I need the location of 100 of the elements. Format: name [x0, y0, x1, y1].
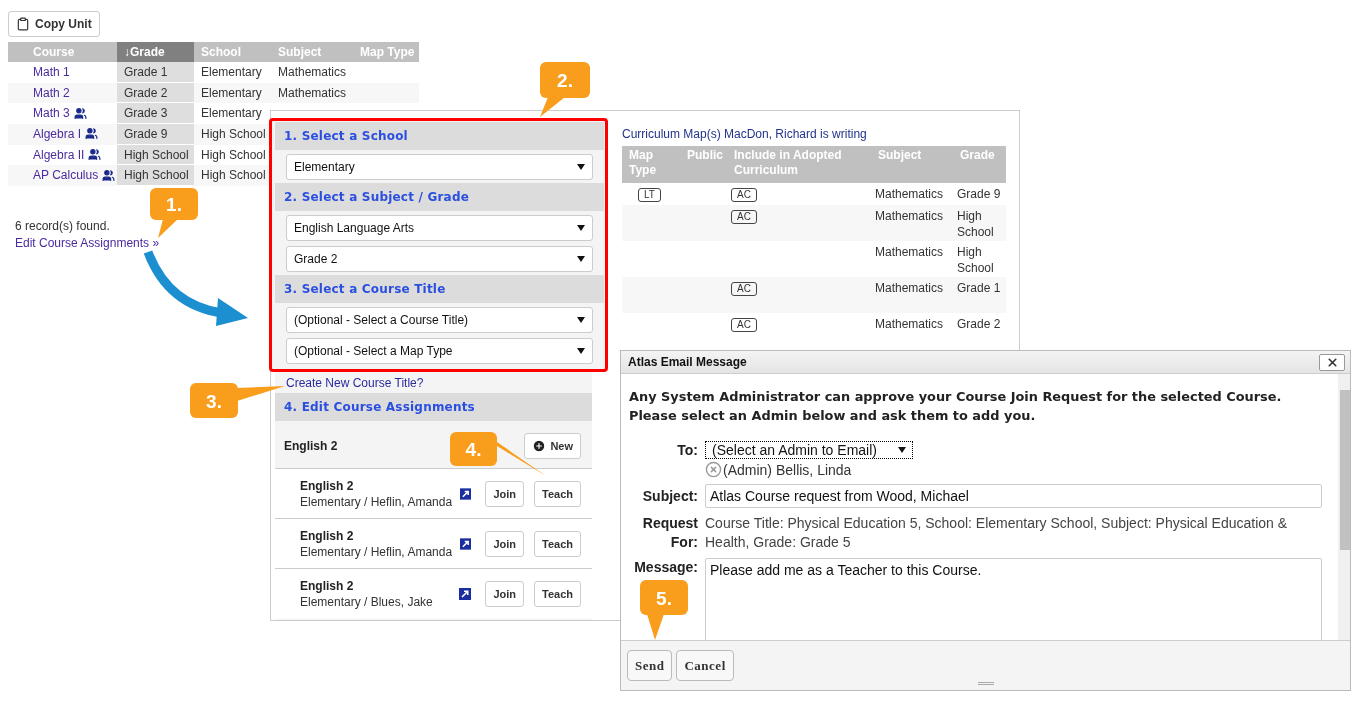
course-link[interactable]: Algebra I	[33, 126, 82, 141]
table-cell: Grade 9	[117, 124, 194, 145]
close-button[interactable]	[1319, 353, 1345, 371]
course-title: English 2	[300, 478, 355, 493]
section-header: 4. Edit Course Assignments	[275, 393, 592, 421]
map-title: Curriculum Map(s) MacDon, Richard is writing	[622, 127, 868, 141]
dropdown[interactable]: Elementary	[286, 154, 593, 180]
table-cell: Grade 1	[117, 62, 194, 83]
table-cell: High School	[957, 209, 994, 239]
table-cell: Grade 1	[957, 281, 1001, 295]
table-cell: Mathematics	[875, 317, 944, 331]
column-header: Include in Adopted Curriculum	[727, 146, 871, 183]
course-link[interactable]: Algebra II	[33, 147, 85, 162]
column-header[interactable]: ↓Grade	[117, 42, 194, 62]
message-field[interactable]: Please add me as a Teacher to this Course.	[705, 558, 1322, 640]
table-cell: Mathematics	[278, 85, 347, 100]
copy-unit-button[interactable]: Copy Unit	[8, 11, 100, 37]
table-cell: High School	[201, 147, 266, 162]
teach-button[interactable]: Teach	[534, 530, 581, 557]
table-cell: Elementary	[201, 85, 262, 100]
table-cell: Grade 2	[957, 317, 1001, 331]
send-button[interactable]: Send	[627, 650, 673, 681]
admin-dropdown[interactable]: (Select an Admin to Email)	[705, 441, 913, 459]
table-cell: Mathematics	[875, 245, 944, 259]
column-header: Public	[680, 146, 727, 183]
caret-icon	[898, 447, 906, 453]
section-header: 3. Select a Course Title	[275, 275, 604, 303]
field-label: Request For:	[641, 514, 698, 552]
table-cell: Grade 3	[117, 103, 194, 125]
field-label: Message:	[633, 558, 698, 577]
course-detail: Elementary / Heflin, Amanda	[300, 494, 453, 509]
close-icon	[1325, 355, 1339, 369]
adopted-badge: AC	[731, 318, 757, 332]
subject-field[interactable]: Atlas Course request from Wood, Michael	[705, 484, 1322, 508]
table-cell: Elementary	[201, 64, 262, 79]
table-cell: High School	[957, 245, 994, 275]
dialog-title: Atlas Email Message	[628, 355, 747, 369]
external-link-icon[interactable]	[460, 537, 472, 550]
table-cell: High School	[117, 144, 194, 166]
table-cell: Mathematics	[875, 209, 944, 223]
table-cell: High School	[201, 126, 266, 141]
group-title: English 2	[284, 439, 338, 453]
column-header: Subject	[871, 146, 953, 183]
caret-icon	[577, 317, 585, 323]
caret-icon	[577, 164, 585, 170]
section-header: 1. Select a School	[275, 122, 604, 150]
recipient-name: (Admin) Bellis, Linda	[723, 461, 852, 478]
course-title: English 2	[300, 579, 355, 593]
table-cell: Mathematics	[875, 187, 944, 201]
callout: 1.	[150, 188, 198, 238]
table-cell: High School	[117, 165, 194, 187]
caret-icon	[577, 348, 585, 354]
column-header: Grade	[953, 146, 1006, 183]
teach-button[interactable]: Teach	[534, 581, 581, 607]
table-cell: Mathematics	[278, 64, 347, 79]
callout: 2.	[540, 62, 590, 117]
join-button[interactable]: Join	[485, 530, 524, 557]
table-cell: Elementary	[201, 106, 262, 121]
adopted-badge: AC	[731, 282, 757, 296]
callout: 5.	[640, 580, 688, 640]
field-label: Subject:	[641, 486, 698, 506]
request-details: Course Title: Physical Education 5, School: Elementary School, Subject: Physical Education & Health, Grade: Grade 5	[705, 514, 1289, 552]
plus-icon	[532, 439, 547, 453]
caret-icon	[577, 225, 585, 231]
join-button[interactable]: Join	[485, 480, 524, 507]
adopted-badge: AC	[731, 210, 757, 224]
course-link[interactable]: AP Calculus	[33, 168, 99, 183]
cancel-button[interactable]: Cancel	[676, 650, 734, 681]
table-cell: Grade 9	[957, 187, 1001, 201]
dropdown[interactable]: (Optional - Select a Map Type	[286, 338, 593, 364]
instructions-text: Any System Administrator can approve your Course Join Request for the selected Course. Please select an Admin below and ask them to add you.	[629, 388, 1283, 425]
course-link[interactable]: Math 1	[33, 64, 70, 79]
records-count: 6 record(s) found.	[15, 219, 110, 234]
external-link-icon[interactable]	[459, 588, 472, 600]
course-detail: Elementary / Blues, Jake	[300, 595, 434, 609]
dropdown[interactable]: Grade 2	[286, 246, 593, 272]
column-header: Map Type	[622, 146, 680, 183]
map-type-badge: LT	[638, 188, 661, 202]
scrollbar[interactable]	[1338, 374, 1350, 640]
section-header: 2. Select a Subject / Grade	[275, 183, 604, 211]
remove-icon[interactable]	[705, 461, 722, 478]
table-cell: Grade 2	[117, 82, 194, 104]
course-detail: Elementary / Heflin, Amanda	[300, 544, 453, 559]
caret-icon	[577, 256, 585, 262]
adopted-badge: AC	[731, 188, 757, 202]
dropdown[interactable]: (Optional - Select a Course Title)	[286, 307, 593, 333]
course-link[interactable]: Math 2	[33, 85, 70, 100]
table-cell: Mathematics	[875, 281, 944, 295]
course-title: English 2	[300, 528, 355, 543]
join-button[interactable]: Join	[485, 581, 524, 607]
teach-button[interactable]: Teach	[534, 480, 581, 507]
field-label: To:	[676, 441, 698, 460]
new-button[interactable]: New	[524, 433, 581, 459]
clipboard-icon	[16, 17, 30, 31]
external-link-icon[interactable]	[460, 487, 472, 500]
course-link[interactable]: Math 3	[33, 106, 70, 121]
dropdown[interactable]: English Language Arts	[286, 215, 593, 241]
callout: 3.	[190, 383, 285, 418]
table-cell: High School	[201, 168, 266, 183]
edit-assignments-link[interactable]: Edit Course Assignments »	[15, 236, 160, 251]
